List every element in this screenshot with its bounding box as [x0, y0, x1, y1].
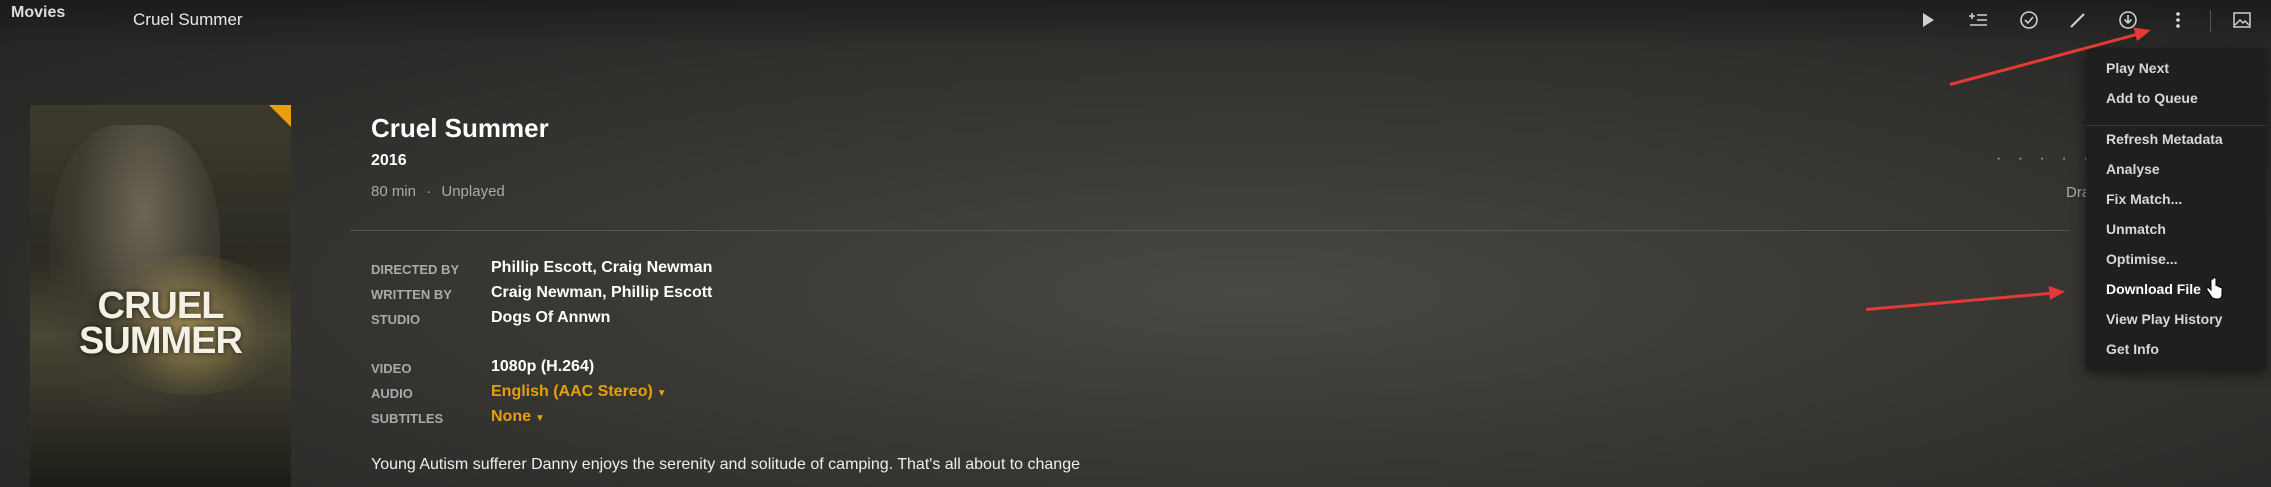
menu-item-fix-match[interactable]: Fix Match...: [2106, 191, 2182, 207]
image-icon[interactable]: [2230, 8, 2254, 32]
movie-poster[interactable]: CRUEL SUMMER: [30, 105, 291, 487]
menu-item-add-to-queue[interactable]: Add to Queue: [2106, 90, 2198, 106]
edit-icon[interactable]: [2066, 8, 2090, 32]
subtitles-select[interactable]: None ▼: [491, 408, 545, 426]
menu-item-optimise[interactable]: Optimise...: [2106, 251, 2178, 267]
hand-cursor-icon: [2205, 277, 2223, 301]
directed-by-label: DIRECTED BY: [371, 262, 460, 277]
poster-corner-badge: [269, 105, 291, 127]
video-label: VIDEO: [371, 361, 412, 376]
play-icon[interactable]: [1916, 8, 1940, 32]
menu-item-unmatch[interactable]: Unmatch: [2106, 221, 2166, 237]
mark-played-icon[interactable]: [2017, 8, 2041, 32]
menu-item-analyse[interactable]: Analyse: [2106, 161, 2160, 177]
directed-by-value[interactable]: Phillip Escott, Craig Newman: [491, 259, 712, 277]
subtitles-value: None: [491, 408, 531, 425]
more-actions-menu: Play Next Add to Queue Refresh Metadata …: [2086, 48, 2266, 370]
meta-separator: ·: [426, 183, 432, 200]
subtitles-label: SUBTITLES: [371, 411, 444, 426]
play-status: Unplayed: [441, 183, 505, 200]
written-by-label: WRITTEN BY: [371, 287, 452, 302]
studio-label: STUDIO: [371, 312, 421, 327]
movie-summary: Young Autism sufferer Danny enjoys the s…: [371, 456, 1080, 473]
audio-select[interactable]: English (AAC Stereo) ▼: [491, 383, 667, 401]
poster-title-line2: SUMMER: [79, 320, 243, 362]
menu-separator: [2086, 125, 2266, 126]
more-icon[interactable]: [2166, 8, 2190, 32]
movie-duration: 80 min: [371, 183, 417, 200]
page-title: Cruel Summer: [133, 10, 243, 29]
menu-item-play-next[interactable]: Play Next: [2106, 60, 2169, 76]
video-value: 1080p (H.264): [491, 358, 595, 375]
movie-meta: 80 min · Unplayed: [371, 183, 505, 200]
rating-dots[interactable]: · · · · ·: [1996, 150, 2094, 168]
audio-label: AUDIO: [371, 386, 413, 401]
menu-item-view-play-history[interactable]: View Play History: [2106, 311, 2222, 327]
top-bar: Movies Cruel Summer: [0, 0, 2271, 42]
section-label[interactable]: Movies: [11, 4, 65, 22]
menu-item-refresh-metadata[interactable]: Refresh Metadata: [2106, 131, 2223, 147]
studio-value[interactable]: Dogs Of Annwn: [491, 309, 610, 327]
written-by-value[interactable]: Craig Newman, Phillip Escott: [491, 284, 712, 302]
toolbar-divider: [2210, 10, 2211, 32]
details-divider: [350, 230, 2070, 231]
chevron-down-icon: ▼: [535, 413, 545, 424]
audio-value: English (AAC Stereo): [491, 383, 653, 400]
chevron-down-icon: ▼: [656, 388, 667, 399]
annotation-arrow-download: [1865, 290, 2062, 311]
menu-item-get-info[interactable]: Get Info: [2106, 341, 2159, 357]
add-to-queue-icon[interactable]: [1966, 8, 1990, 32]
menu-item-download-file[interactable]: Download File: [2106, 281, 2201, 297]
movie-title: Cruel Summer: [371, 113, 549, 143]
movie-year: 2016: [371, 152, 407, 169]
